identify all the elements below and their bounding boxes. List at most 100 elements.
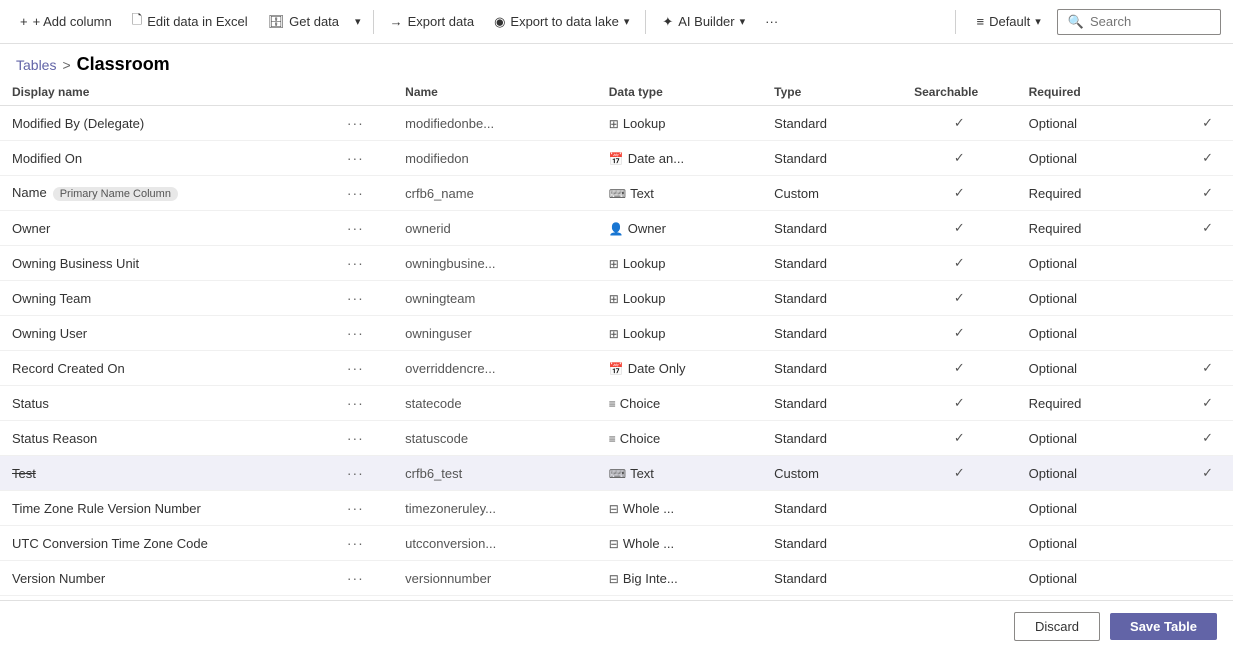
breadcrumb-parent[interactable]: Tables [16, 57, 56, 73]
data-type-icon: ⊟ [609, 502, 619, 516]
field-display-name: Version Number [0, 561, 331, 596]
data-type-icon: 📅 [609, 362, 624, 376]
row-more-button[interactable]: ··· [343, 323, 368, 343]
row-more-button[interactable]: ··· [343, 568, 368, 588]
export-lake-button[interactable]: ◉ Export to data lake ▾ [486, 9, 637, 35]
row-more-button[interactable]: ··· [343, 218, 368, 238]
field-data-type: ⊞Lookup [597, 106, 762, 141]
field-data-type: ⊞Lookup [597, 281, 762, 316]
field-name: timezoneruley... [393, 491, 597, 526]
col-actions [331, 79, 393, 106]
field-category: Custom [762, 456, 902, 491]
table-row[interactable]: NamePrimary Name Column···crfb6_name⌨Tex… [0, 176, 1233, 211]
export-data-button[interactable]: → Export data [382, 9, 483, 34]
breadcrumb-separator: > [62, 57, 70, 73]
add-icon: + [20, 14, 28, 29]
field-display-name: Time Zone Rule Version Number [0, 491, 331, 526]
edit-excel-button[interactable]: 🗋 Edit data in Excel [124, 6, 256, 38]
row-more-button[interactable]: ··· [343, 358, 368, 378]
table-row[interactable]: Record Created On···overriddencre...📅Dat… [0, 351, 1233, 386]
col-display-name: Display name [0, 79, 331, 106]
search-input[interactable] [1090, 14, 1210, 29]
table-row[interactable]: Version Number···versionnumber⊟Big Inte.… [0, 561, 1233, 596]
field-searchable: ✓ [902, 351, 1017, 386]
table-row[interactable]: Owning Business Unit···owningbusine...⊞L… [0, 246, 1233, 281]
col-extra [1182, 79, 1233, 106]
row-actions-cell: ··· [331, 106, 393, 141]
data-type-icon: ⊞ [609, 327, 619, 341]
field-display-name: Status [0, 386, 331, 421]
row-more-button[interactable]: ··· [343, 288, 368, 308]
required-check-icon: ✓ [1202, 150, 1213, 165]
row-actions-cell: ··· [331, 386, 393, 421]
searchable-check-icon: ✓ [954, 325, 965, 340]
data-type-icon: ⊞ [609, 117, 619, 131]
divider1 [373, 10, 374, 34]
discard-button[interactable]: Discard [1014, 612, 1100, 641]
field-required-check: ✓ [1182, 141, 1233, 176]
row-more-button[interactable]: ··· [343, 393, 368, 413]
table-row[interactable]: Test···crfb6_test⌨TextCustom✓Optional✓ [0, 456, 1233, 491]
table-row[interactable]: Modified On···modifiedon📅Date an...Stand… [0, 141, 1233, 176]
field-searchable: ✓ [902, 141, 1017, 176]
table-row[interactable]: UTC Conversion Time Zone Code···utcconve… [0, 526, 1233, 561]
field-display-name: UTC Conversion Time Zone Code [0, 526, 331, 561]
field-name: modifiedonbe... [393, 106, 597, 141]
excel-icon: 🗋 [132, 11, 142, 33]
default-button[interactable]: ≡ Default ▾ [968, 9, 1048, 34]
table-row[interactable]: Status Reason···statuscode≡ChoiceStandar… [0, 421, 1233, 456]
add-column-button[interactable]: + + Add column [12, 9, 120, 34]
searchable-check-icon: ✓ [954, 290, 965, 305]
field-searchable: ✓ [902, 106, 1017, 141]
table-row[interactable]: Owner···ownerid👤OwnerStandard✓Required✓ [0, 211, 1233, 246]
field-required: Optional [1017, 281, 1182, 316]
table-row[interactable]: Owning User···owninguser⊞LookupStandard✓… [0, 316, 1233, 351]
view-icon: ≡ [976, 14, 984, 29]
search-box[interactable]: 🔍 [1057, 9, 1221, 35]
field-name: overriddencre... [393, 351, 597, 386]
col-type: Type [762, 79, 902, 106]
data-type-icon: ⌨ [609, 187, 626, 201]
data-type-icon: 👤 [609, 222, 624, 236]
field-data-type: ⊞Lookup [597, 246, 762, 281]
required-check-icon: ✓ [1202, 395, 1213, 410]
data-type-icon: ≡ [609, 397, 616, 411]
data-type-icon: ≡ [609, 432, 616, 446]
field-required-check [1182, 281, 1233, 316]
field-required: Required [1017, 211, 1182, 246]
row-more-button[interactable]: ··· [343, 428, 368, 448]
table-row[interactable]: Time Zone Rule Version Number ··· timezone… [0, 491, 1233, 526]
field-searchable [902, 526, 1017, 561]
field-required: Optional [1017, 141, 1182, 176]
field-required-check [1182, 246, 1233, 281]
col-name: Name [393, 79, 597, 106]
table-row[interactable]: Owning Team···owningteam⊞LookupStandard✓… [0, 281, 1233, 316]
field-required: Required [1017, 386, 1182, 421]
ai-builder-button[interactable]: ✦ AI Builder ▾ [654, 9, 753, 35]
field-data-type: ≡Choice [597, 386, 762, 421]
more-button[interactable]: ··· [757, 9, 786, 34]
field-category: Standard [762, 211, 902, 246]
dropdown-arrow-button[interactable]: ▾ [351, 10, 365, 33]
row-more-button[interactable]: ··· [343, 533, 368, 553]
field-data-type: ⌨Text [597, 176, 762, 211]
get-data-button[interactable]: 🗄 Get data [260, 9, 347, 35]
field-required-check: ✓ [1182, 176, 1233, 211]
field-name: statecode [393, 386, 597, 421]
row-more-button[interactable]: ··· [343, 498, 368, 518]
bottom-bar: Discard Save Table [0, 600, 1233, 652]
row-more-button[interactable]: ··· [343, 463, 368, 483]
row-more-button[interactable]: ··· [343, 183, 368, 203]
row-actions-cell: ··· [331, 491, 393, 526]
field-data-type: 📅Date Only [597, 351, 762, 386]
fields-table: Display name Name Data type Type Searcha… [0, 79, 1233, 596]
table-row[interactable]: Modified By (Delegate)···modifiedonbe...… [0, 106, 1233, 141]
row-more-button[interactable]: ··· [343, 113, 368, 133]
field-required-check: ✓ [1182, 351, 1233, 386]
table-row[interactable]: Status···statecode≡ChoiceStandard✓Requir… [0, 386, 1233, 421]
required-check-icon: ✓ [1202, 430, 1213, 445]
save-table-button[interactable]: Save Table [1110, 613, 1217, 640]
field-required-check [1182, 526, 1233, 561]
row-more-button[interactable]: ··· [343, 148, 368, 168]
row-more-button[interactable]: ··· [343, 253, 368, 273]
